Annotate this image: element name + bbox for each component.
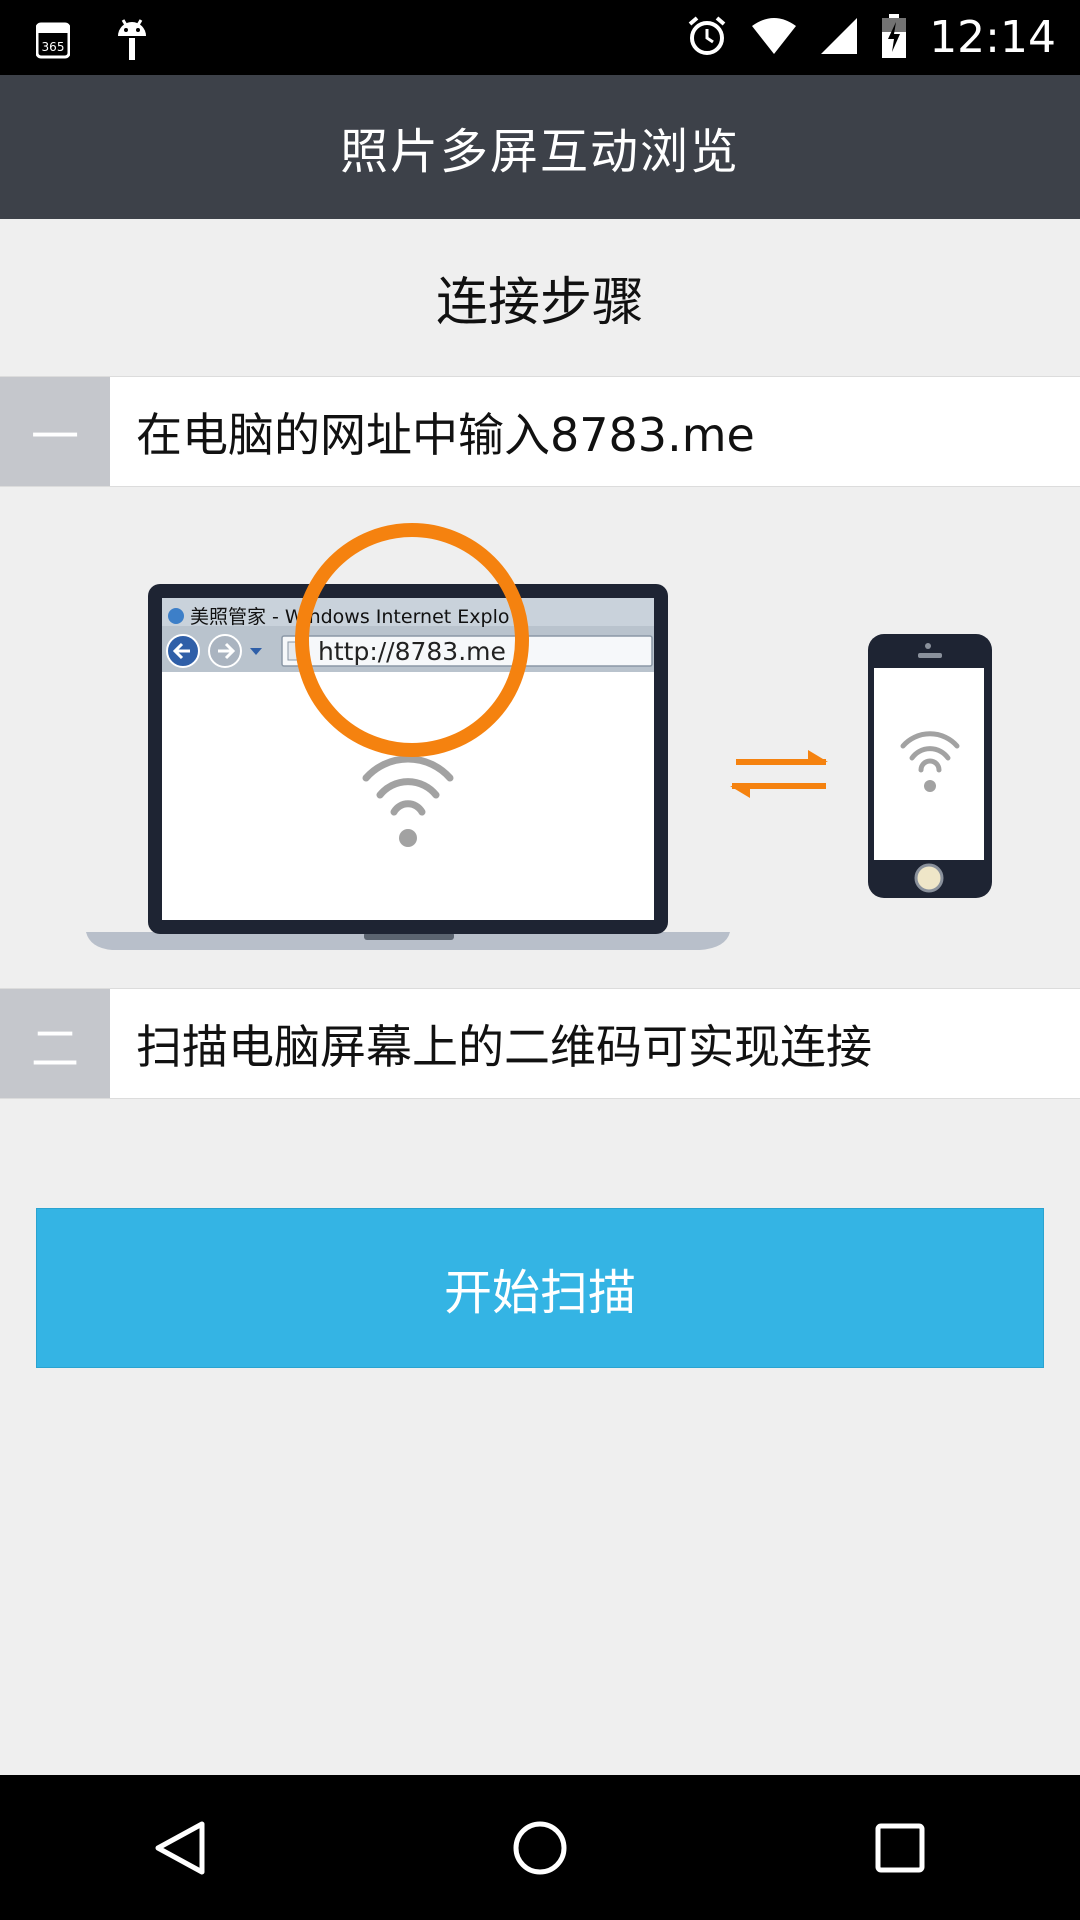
status-time: 12:14 [929, 12, 1056, 63]
alarm-icon [685, 14, 729, 62]
phone-illustration [868, 634, 992, 898]
browser-tab-title: 美照管家 - Windows Internet Explo [190, 606, 509, 628]
step-number-1: 一 [0, 377, 110, 486]
recents-button[interactable] [840, 1788, 960, 1908]
calendar-365-icon: 365 [35, 19, 71, 63]
step-text-2: 扫描电脑屏幕上的二维码可实现连接 [136, 1019, 872, 1074]
section-title: 连接步骤 [435, 273, 644, 333]
step-text-1: 在电脑的网址中输入8783.me [136, 407, 755, 462]
home-button[interactable] [480, 1788, 600, 1908]
system-nav-bar [0, 1775, 1080, 1920]
battery-charging-icon [881, 13, 907, 62]
status-bar: 365 12:14 [0, 0, 1080, 75]
laptop-illustration: 美照管家 - Windows Internet Explo http://878… [86, 584, 730, 950]
step-number-2: 二 [0, 989, 110, 1098]
start-scan-button[interactable]: 开始扫描 [36, 1208, 1044, 1368]
back-button[interactable] [120, 1788, 240, 1908]
android-debug-icon [114, 16, 150, 66]
wifi-icon [751, 16, 797, 60]
app-title: 照片多屏互动浏览 [339, 124, 740, 180]
back-icon [155, 1821, 205, 1874]
cell-signal-icon [819, 16, 859, 60]
svg-text:365: 365 [42, 40, 65, 54]
step-row-1: 一 在电脑的网址中输入8783.me [0, 376, 1080, 487]
connection-illustration: 美照管家 - Windows Internet Explo http://878… [0, 488, 1080, 988]
home-icon [513, 1821, 567, 1874]
step-row-2: 二 扫描电脑屏幕上的二维码可实现连接 [0, 988, 1080, 1099]
app-bar: 照片多屏互动浏览 [0, 75, 1080, 219]
recents-icon [875, 1823, 925, 1872]
address-url: http://8783.me [318, 637, 506, 666]
sync-arrows-icon [730, 750, 828, 798]
